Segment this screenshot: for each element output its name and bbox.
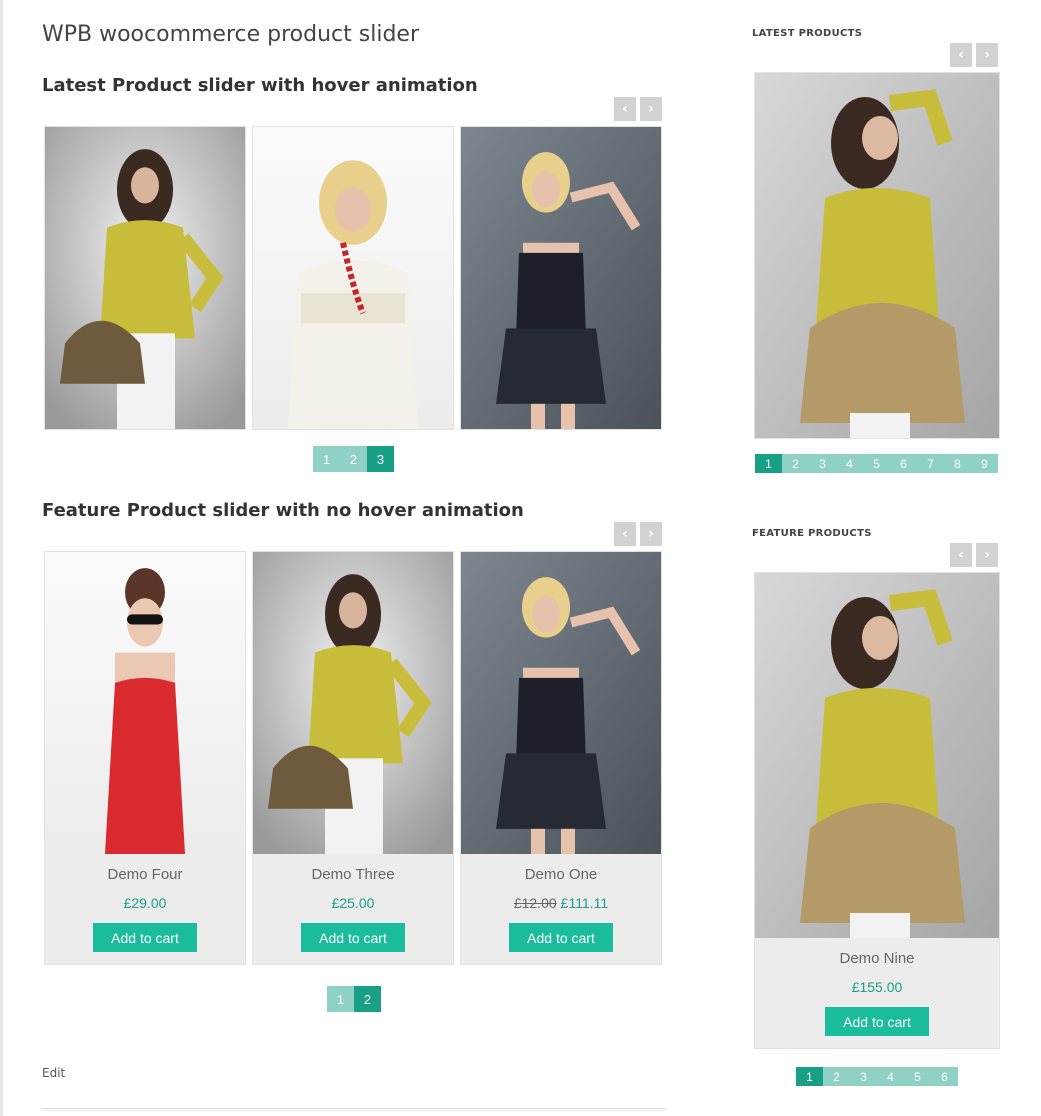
- product-image[interactable]: [253, 552, 453, 854]
- chevron-left-icon: ‹: [622, 101, 628, 117]
- latest-widget-prev-button[interactable]: ‹: [950, 43, 972, 67]
- add-to-cart-button[interactable]: Add to cart: [93, 923, 197, 952]
- chevron-right-icon: ›: [648, 101, 654, 117]
- latest-widget-page-7[interactable]: 7: [917, 454, 944, 473]
- product-current-price: £111.11: [560, 895, 609, 911]
- feature-slider-pagination: 12: [327, 986, 381, 1012]
- feature-slider-prev-button[interactable]: ‹: [614, 522, 636, 546]
- latest-slider-page-2[interactable]: 2: [340, 446, 367, 472]
- product-name[interactable]: Demo Four: [107, 866, 182, 883]
- content-divider: [42, 1108, 666, 1111]
- latest-widget-page-9[interactable]: 9: [971, 454, 998, 473]
- chevron-left-icon: ‹: [622, 526, 628, 542]
- product-current-price: £29.00: [123, 895, 167, 911]
- feature-slider-nav: ‹ ›: [614, 522, 662, 546]
- product-name[interactable]: Demo One: [525, 866, 598, 883]
- add-to-cart-button[interactable]: Add to cart: [509, 923, 613, 952]
- feature-product-card: Demo Four £29.00 Add to cart: [44, 551, 246, 965]
- chevron-right-icon: ›: [984, 47, 990, 63]
- product-image[interactable]: [461, 127, 661, 429]
- latest-slider-page-3[interactable]: 3: [367, 446, 394, 472]
- feature-widget-nav: ‹ ›: [950, 543, 998, 567]
- product-image[interactable]: [755, 573, 999, 938]
- feature-widget-page-4[interactable]: 4: [877, 1067, 904, 1086]
- latest-widget-page-8[interactable]: 8: [944, 454, 971, 473]
- product-price: £155.00: [851, 979, 903, 995]
- feature-widget-page-3[interactable]: 3: [850, 1067, 877, 1086]
- product-current-price: £25.00: [331, 895, 375, 911]
- latest-widget-pagination: 123456789: [755, 454, 998, 473]
- latest-slider-nav: ‹ ›: [614, 97, 662, 121]
- latest-widget-page-2[interactable]: 2: [782, 454, 809, 473]
- feature-products-widget-title: FEATURE PRODUCTS: [752, 528, 872, 539]
- latest-product-card[interactable]: [44, 126, 246, 430]
- edit-link[interactable]: Edit: [42, 1066, 65, 1080]
- latest-product-card[interactable]: [460, 126, 662, 430]
- latest-slider-pagination: 123: [313, 446, 394, 472]
- feature-widget-page-5[interactable]: 5: [904, 1067, 931, 1086]
- latest-product-card[interactable]: [252, 126, 454, 430]
- latest-slider-heading: Latest Product slider with hover animati…: [42, 75, 478, 96]
- feature-widget-page-6[interactable]: 6: [931, 1067, 958, 1086]
- latest-slider-next-button[interactable]: ›: [640, 97, 662, 121]
- feature-widget-product-card: Demo Nine £155.00 Add to cart: [754, 572, 1000, 1049]
- product-name[interactable]: Demo Three: [311, 866, 394, 883]
- feature-slider-heading: Feature Product slider with no hover ani…: [42, 500, 524, 521]
- feature-slider: Demo Four £29.00 Add to cart Demo Three …: [44, 551, 662, 965]
- latest-slider-page-1[interactable]: 1: [313, 446, 340, 472]
- product-image[interactable]: [253, 127, 453, 429]
- feature-product-card: Demo Three £25.00 Add to cart: [252, 551, 454, 965]
- latest-slider-prev-button[interactable]: ‹: [614, 97, 636, 121]
- latest-widget-page-6[interactable]: 6: [890, 454, 917, 473]
- feature-widget-prev-button[interactable]: ‹: [950, 543, 972, 567]
- latest-widget-page-3[interactable]: 3: [809, 454, 836, 473]
- feature-widget-next-button[interactable]: ›: [976, 543, 998, 567]
- latest-slider: [44, 126, 662, 430]
- latest-widget-next-button[interactable]: ›: [976, 43, 998, 67]
- product-price: £12.00 £111.11: [514, 895, 608, 911]
- feature-widget-pagination: 123456: [796, 1067, 958, 1086]
- latest-products-widget-title: LATEST PRODUCTS: [752, 28, 863, 39]
- add-to-cart-button[interactable]: Add to cart: [825, 1007, 929, 1036]
- latest-widget-page-5[interactable]: 5: [863, 454, 890, 473]
- page-title: WPB woocommerce product slider: [42, 22, 419, 47]
- chevron-right-icon: ›: [984, 547, 990, 563]
- chevron-left-icon: ‹: [958, 47, 964, 63]
- product-old-price: £12.00: [513, 895, 557, 911]
- feature-widget-page-1[interactable]: 1: [796, 1067, 823, 1086]
- product-image[interactable]: [755, 73, 999, 438]
- product-price: £25.00: [332, 895, 375, 911]
- chevron-right-icon: ›: [648, 526, 654, 542]
- feature-slider-page-2[interactable]: 2: [354, 986, 381, 1012]
- feature-slider-next-button[interactable]: ›: [640, 522, 662, 546]
- product-image[interactable]: [461, 552, 661, 854]
- latest-widget-product-card[interactable]: [754, 72, 1000, 439]
- latest-widget-page-1[interactable]: 1: [755, 454, 782, 473]
- add-to-cart-button[interactable]: Add to cart: [301, 923, 405, 952]
- feature-widget-page-2[interactable]: 2: [823, 1067, 850, 1086]
- latest-widget-page-4[interactable]: 4: [836, 454, 863, 473]
- product-image[interactable]: [45, 552, 245, 854]
- product-name[interactable]: Demo Nine: [839, 950, 914, 967]
- feature-product-card: Demo One £12.00 £111.11 Add to cart: [460, 551, 662, 965]
- product-price: £29.00: [124, 895, 167, 911]
- feature-slider-page-1[interactable]: 1: [327, 986, 354, 1012]
- product-image[interactable]: [45, 127, 245, 429]
- latest-widget-nav: ‹ ›: [950, 43, 998, 67]
- left-border: [0, 0, 3, 1116]
- chevron-left-icon: ‹: [958, 547, 964, 563]
